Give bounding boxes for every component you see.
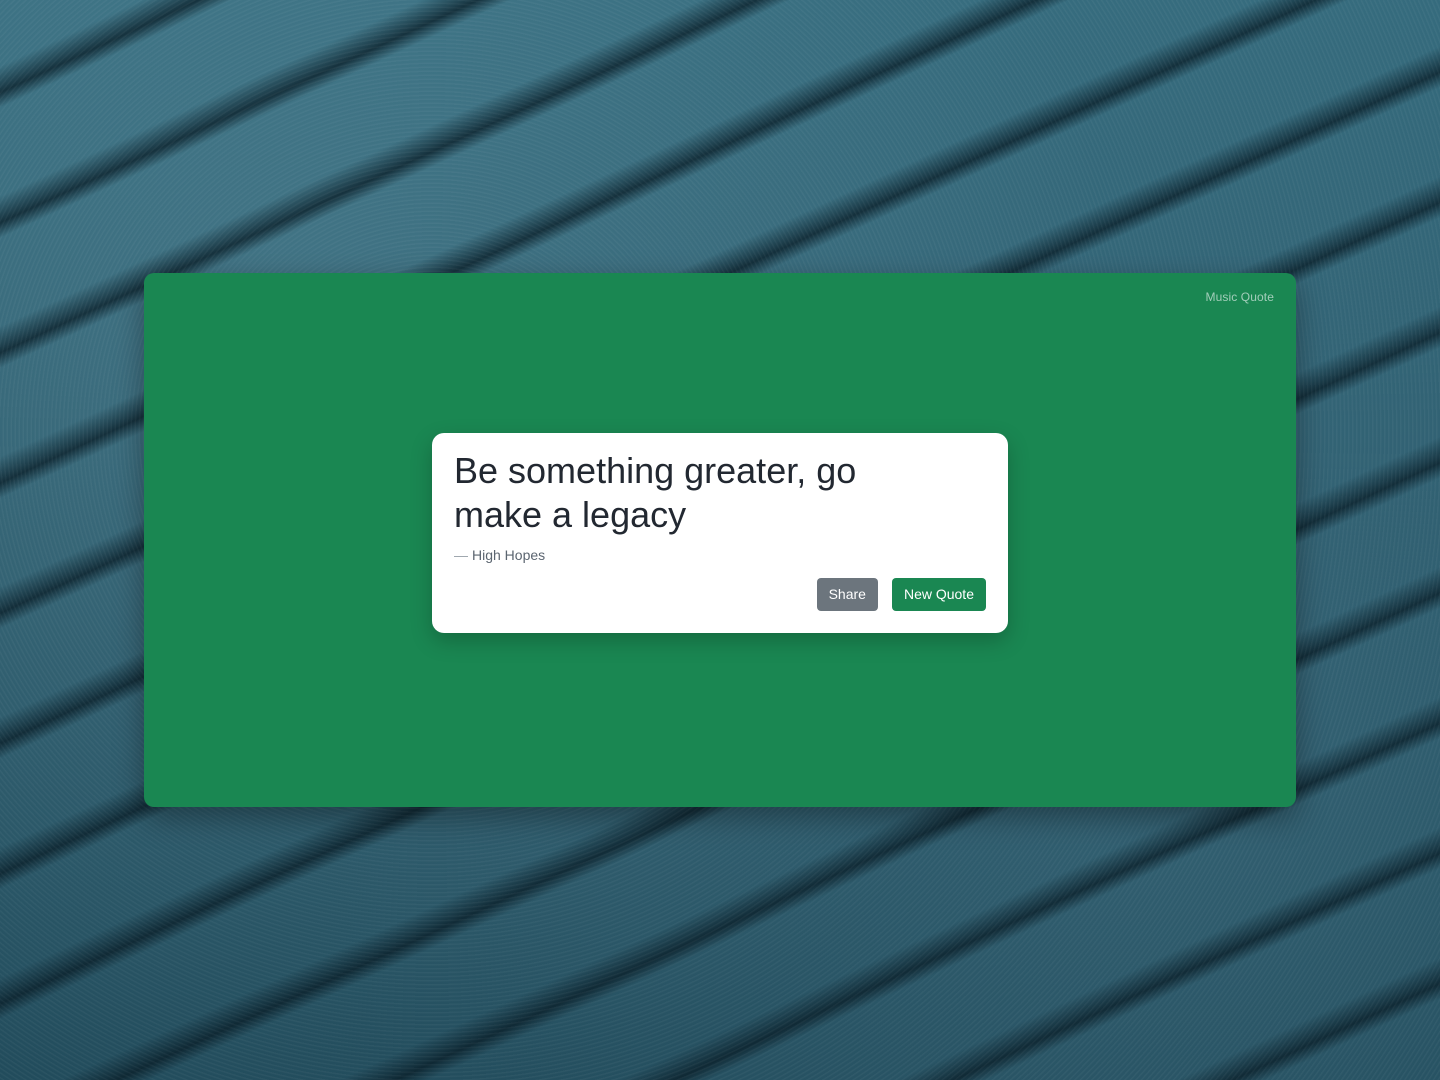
quote-source-title: High Hopes — [472, 547, 546, 563]
quote-actions: Share New Quote — [816, 578, 986, 611]
app-label: Music Quote — [1205, 290, 1274, 304]
quote-card: Be something greater, go make a legacy —… — [432, 433, 1008, 633]
new-quote-button[interactable]: New Quote — [891, 578, 986, 611]
app-window: Music Quote Be something greater, go mak… — [144, 273, 1296, 807]
quote-source: — High Hopes — [454, 547, 986, 563]
quote-text: Be something greater, go make a legacy — [454, 450, 857, 535]
quote-source-dash: — — [454, 547, 468, 563]
share-button[interactable]: Share — [816, 578, 878, 611]
